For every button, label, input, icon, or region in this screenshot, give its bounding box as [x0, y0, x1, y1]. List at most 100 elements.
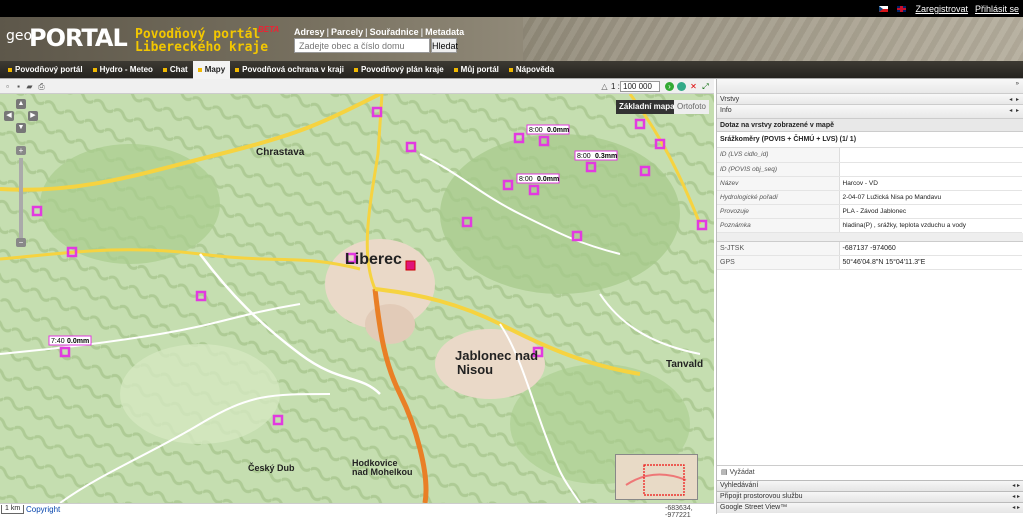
- search-tab-adresy[interactable]: Adresy: [294, 27, 325, 37]
- attribute-table: ID (LVS cidlo_id) ID (POVIS obj_seq) Náz…: [717, 148, 1022, 233]
- close-icon[interactable]: ✕: [689, 82, 698, 91]
- bullet-icon: [453, 67, 458, 72]
- map-canvas[interactable]: Liberec Jablonec nad Nisou Chrastava Tan…: [0, 94, 714, 503]
- city-label-jablonec-1: Jablonec nad: [455, 348, 538, 363]
- panel-controls-icon[interactable]: ◂ ▸: [1012, 482, 1020, 489]
- scale-prefix: 1 :: [611, 82, 620, 91]
- panel-controls-icon[interactable]: ◂ ▸: [1009, 107, 1020, 114]
- nav-item-povodnovy-portal[interactable]: Povodňový portál: [3, 61, 88, 79]
- pan-right-icon[interactable]: ▶: [28, 111, 38, 121]
- nav-item-muj-portal[interactable]: Můj portál: [449, 61, 504, 79]
- bullet-icon: [162, 67, 167, 72]
- register-link[interactable]: Zaregistrovat: [915, 4, 968, 14]
- zoom-control: + −: [14, 128, 28, 248]
- nav-label: Hydro - Meteo: [99, 65, 153, 74]
- english-flag-icon[interactable]: [897, 6, 907, 12]
- cursor-coords: -683634, -977221: [665, 505, 693, 519]
- coord-value: 50°46'04.8"N 15°04'11.3"E: [839, 255, 1022, 270]
- city-label-jablonec-2: Nisou: [457, 362, 493, 377]
- logo-portal: PORTAL: [29, 24, 128, 52]
- attr-value: [839, 148, 1022, 163]
- coordinates-table: S-JTSK -687137 -974060 GPS 50°46'04.8"N 15…: [717, 241, 1022, 270]
- nav-item-hydro-meteo[interactable]: Hydro - Meteo: [88, 61, 158, 79]
- horizontal-scrollbar[interactable]: [717, 232, 1023, 242]
- panel-header-info[interactable]: Info ◂ ▸: [717, 105, 1023, 119]
- bullet-icon: [508, 67, 513, 72]
- nav-item-povodnova-ochrana[interactable]: Povodňová ochrana v kraji: [230, 61, 349, 79]
- open-folder-icon[interactable]: ▰: [25, 82, 34, 91]
- search-tab-parcely[interactable]: Parcely: [331, 27, 363, 37]
- attr-value: [839, 162, 1022, 177]
- czech-flag-icon[interactable]: [879, 6, 889, 12]
- save-icon[interactable]: ▪: [14, 82, 23, 91]
- zoom-in-icon[interactable]: +: [16, 146, 26, 155]
- request-button[interactable]: ▤ Vyžádat: [717, 465, 1023, 477]
- side-panel: » Vrstvy ◂ ▸ Info ◂ ▸ Dotaz na vrstvy zobr…: [716, 79, 1023, 514]
- pan-up-icon[interactable]: ▲: [16, 99, 26, 109]
- attr-value: 2-04-07 Lužická Nisa po Mandavu: [839, 190, 1022, 205]
- attr-key: ID (POVIS obj_seq): [717, 162, 840, 177]
- attr-key: Název: [717, 176, 840, 191]
- ortho-button[interactable]: Ortofoto: [674, 100, 709, 114]
- selected-station-marker[interactable]: [405, 260, 416, 271]
- panel-footer-streetview[interactable]: Google Street View™ ◂ ▸: [717, 502, 1023, 513]
- attr-value: Harcov - VD: [839, 176, 1022, 191]
- basemap-button[interactable]: Základní mapa: [616, 100, 678, 114]
- panel-footer-label: Vyhledávání: [720, 482, 759, 489]
- header: geo PORTAL Povodňový portál Libereckého …: [0, 17, 1023, 61]
- panel-controls-icon[interactable]: ◂ ▸: [1012, 493, 1020, 500]
- zoom-slider-track[interactable]: [19, 158, 23, 238]
- pan-left-icon[interactable]: ◀: [4, 111, 14, 121]
- nav-label: Povodňová ochrana v kraji: [242, 65, 344, 74]
- collapse-icon[interactable]: »: [1016, 81, 1020, 87]
- table-row: Provozuje PLA - Závod Jablonec: [717, 204, 1022, 219]
- zoom-out-icon[interactable]: −: [16, 238, 26, 247]
- panel-footer-pripojit[interactable]: Připojit prostorovou službu ◂ ▸: [717, 491, 1023, 502]
- new-doc-icon[interactable]: ▫: [3, 82, 12, 91]
- coord-key: S-JTSK: [717, 241, 840, 256]
- panel-header-vrstvy[interactable]: Vrstvy ◂ ▸: [717, 94, 1023, 105]
- panel-controls-icon[interactable]: ◂ ▸: [1012, 504, 1020, 511]
- print-icon[interactable]: ⎙: [37, 82, 46, 91]
- station-time: 8:00: [519, 176, 533, 183]
- nav-item-chat[interactable]: Chat: [158, 61, 193, 79]
- request-icon: ▤: [721, 469, 730, 476]
- table-row: Název Harcov - VD: [717, 176, 1022, 191]
- bullet-icon: [92, 67, 97, 72]
- search-tab-metadata[interactable]: Metadata: [425, 27, 464, 37]
- search-input[interactable]: [294, 38, 430, 53]
- nav-label: Můj portál: [460, 65, 499, 74]
- nav-item-povodnovy-plan[interactable]: Povodňový plán kraje: [349, 61, 449, 79]
- nav-item-napoveda[interactable]: Nápověda: [504, 61, 559, 79]
- nav-label: Chat: [169, 65, 188, 74]
- town-label-chrastava: Chrastava: [256, 147, 305, 158]
- measure-icon[interactable]: △: [600, 82, 609, 91]
- table-row: GPS 50°46'04.8"N 15°04'11.3"E: [717, 255, 1022, 270]
- city-label-liberec: Liberec: [345, 251, 402, 268]
- nav-label: Povodňový portál: [15, 65, 83, 74]
- search-tab-souradnice[interactable]: Souřadnice: [370, 27, 419, 37]
- nav-label: Mapy: [204, 65, 226, 74]
- nav-item-mapy[interactable]: Mapy: [192, 60, 231, 79]
- bullet-icon: [235, 67, 240, 72]
- scale-select[interactable]: 100 000: [620, 81, 660, 92]
- panel-collapse-bar[interactable]: »: [717, 79, 1023, 94]
- attr-key: Hydrologické pořadí: [717, 190, 840, 205]
- panel-controls-icon[interactable]: ◂ ▸: [1009, 96, 1020, 103]
- coord-value: -687137 -974060: [839, 241, 1022, 256]
- panel-footer-vyhledavani[interactable]: Vyhledávání ◂ ▸: [717, 480, 1023, 491]
- fullscreen-icon[interactable]: ⤢: [701, 82, 710, 91]
- search-button[interactable]: Hledat: [431, 38, 458, 53]
- refresh-icon[interactable]: [677, 82, 686, 91]
- station-value: 0.0mm: [537, 176, 559, 183]
- login-link[interactable]: Přihlásit se: [975, 4, 1019, 14]
- attr-value: hladina(P) , srážky, teplota vzduchu a v…: [839, 218, 1022, 233]
- nav-label: Povodňový plán kraje: [360, 65, 444, 74]
- panel-footer-label: Google Street View™: [720, 504, 788, 511]
- bullet-icon: [197, 67, 202, 72]
- go-icon[interactable]: ›: [665, 82, 674, 91]
- copyright-link[interactable]: Copyright: [26, 505, 60, 514]
- scale-bar: 1 km: [1, 505, 25, 514]
- overview-map[interactable]: [615, 454, 698, 500]
- table-row: ID (POVIS obj_seq): [717, 162, 1022, 177]
